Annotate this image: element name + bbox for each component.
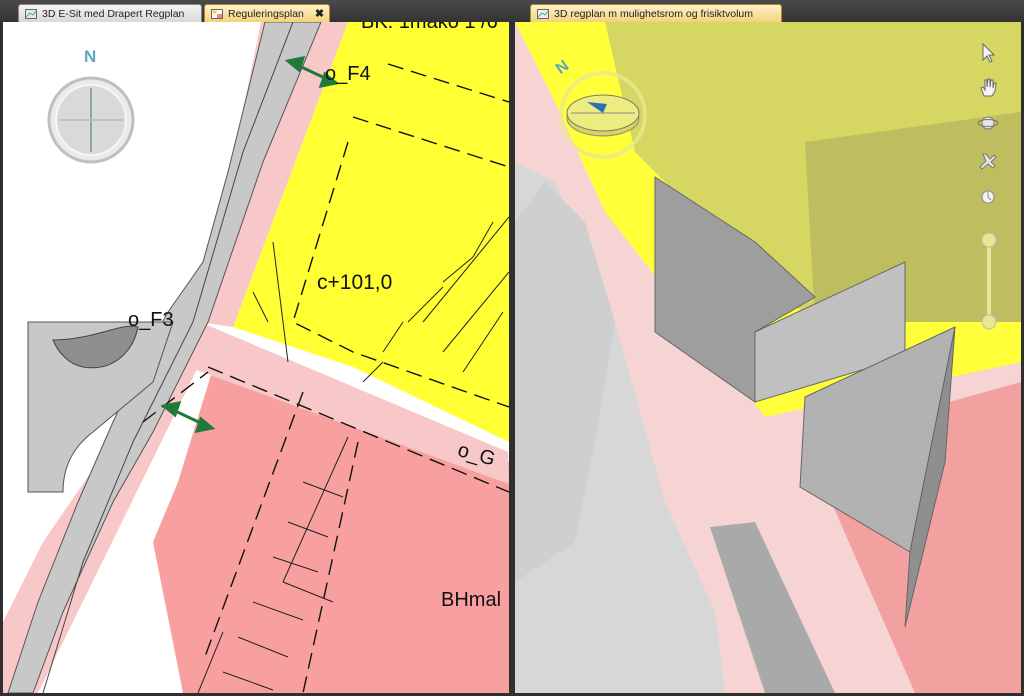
tab-label: 3D regplan m mulighetsrom og frisiktvolu…: [554, 7, 753, 20]
orbit-icon[interactable]: [977, 112, 999, 134]
look-icon[interactable]: [979, 188, 997, 206]
zoom-in-icon: [981, 232, 997, 248]
close-tab-button[interactable]: ✖: [315, 7, 324, 20]
map-label-elevation: c+101,0: [317, 271, 393, 294]
compass-north-label: N: [84, 47, 97, 66]
right-document-pane: 3D regplan m mulighetsrom og frisiktvolu…: [512, 0, 1024, 696]
tab-3d-esit[interactable]: 3D E-Sit med Drapert Regplan: [18, 4, 202, 22]
map-3d-icon: [25, 8, 37, 19]
left-tab-strip: 3D E-Sit med Drapert Regplan Regulerings…: [0, 0, 512, 22]
map-plan-icon: [211, 8, 223, 19]
fly-icon[interactable]: [977, 150, 999, 172]
pan-hand-icon[interactable]: [977, 76, 999, 98]
regulation-plan-map[interactable]: BK: 1mako 1 /6 o_F4 o_F3 c+101,0 o_G BHm…: [3, 22, 509, 693]
right-tab-strip: 3D regplan m mulighetsrom og frisiktvolu…: [512, 0, 1024, 22]
map-label-f3: o_F3: [128, 309, 174, 331]
compass-widget[interactable]: N: [43, 47, 139, 166]
3d-compass-widget[interactable]: N: [553, 57, 651, 160]
3d-scene-view[interactable]: N: [515, 22, 1021, 693]
tab-reguleringsplan[interactable]: Reguleringsplan ✖: [204, 4, 330, 22]
map-3d-icon: [537, 8, 549, 19]
map-label-bh: BHmal: [441, 589, 502, 611]
zoom-slider[interactable]: [980, 230, 998, 336]
zoom-out-icon: [981, 314, 997, 330]
select-arrow-icon[interactable]: [977, 42, 999, 64]
tab-label: Reguleringsplan: [228, 7, 304, 20]
map-label-zone-top: BK: 1mako 1 /6: [361, 22, 498, 33]
left-document-pane: 3D E-Sit med Drapert Regplan Regulerings…: [0, 0, 512, 696]
tab-label: 3D E-Sit med Drapert Regplan: [42, 7, 185, 20]
map-label-f4: o_F4: [325, 63, 371, 85]
tab-3d-regplan[interactable]: 3D regplan m mulighetsrom og frisiktvolu…: [530, 4, 782, 22]
